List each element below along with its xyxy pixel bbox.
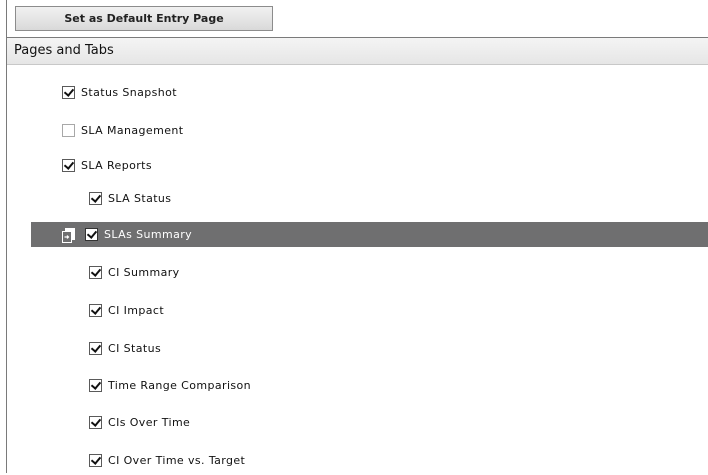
- tree-item-slas-summary[interactable]: SLAs Summary: [31, 222, 708, 247]
- cis-over-time-checkbox[interactable]: [89, 415, 102, 429]
- sla-reports-checkbox[interactable]: [62, 158, 75, 172]
- tree-item-sla-management[interactable]: SLA Management: [7, 117, 708, 143]
- tree-item-time-range-comparison[interactable]: Time Range Comparison: [7, 372, 708, 398]
- tree-item-status-snapshot[interactable]: Status Snapshot: [7, 79, 708, 105]
- move-page-icon[interactable]: [61, 227, 77, 243]
- tree-item-cis-over-time[interactable]: CIs Over Time: [7, 409, 708, 435]
- tree-item-ci-status[interactable]: CI Status: [7, 335, 708, 361]
- ci-summary-checkbox[interactable]: [89, 265, 102, 279]
- tree-item-label: CI Over Time vs. Target: [108, 453, 246, 467]
- pages-tree: Status Snapshot SLA Management SLA Repor…: [7, 65, 708, 475]
- tree-item-label: SLA Reports: [81, 158, 152, 172]
- tree-item-label: SLA Status: [108, 191, 172, 205]
- pages-and-tabs-panel: Pages and Tabs Status Snapshot SLA Manag…: [7, 37, 708, 473]
- tree-item-sla-status[interactable]: SLA Status: [7, 185, 708, 211]
- panel-title: Pages and Tabs: [7, 38, 708, 65]
- sla-management-checkbox[interactable]: [62, 123, 75, 137]
- tree-item-label: CIs Over Time: [108, 415, 191, 429]
- tree-item-ci-impact[interactable]: CI Impact: [7, 297, 708, 323]
- tree-item-ci-over-time-vs-target[interactable]: CI Over Time vs. Target: [7, 447, 708, 473]
- tree-item-label: Time Range Comparison: [108, 378, 252, 392]
- status-snapshot-checkbox[interactable]: [62, 85, 75, 99]
- tree-item-label: CI Summary: [108, 265, 180, 279]
- ci-over-time-vs-target-checkbox[interactable]: [89, 453, 102, 467]
- tree-item-label: CI Status: [108, 341, 162, 355]
- tree-item-label: SLA Management: [81, 123, 184, 137]
- tree-item-sla-reports[interactable]: SLA Reports: [7, 152, 708, 178]
- set-default-entry-page-button[interactable]: Set as Default Entry Page: [15, 6, 273, 31]
- tree-item-label: SLAs Summary: [104, 228, 193, 241]
- sla-status-checkbox[interactable]: [89, 191, 102, 205]
- slas-summary-checkbox[interactable]: [85, 228, 98, 241]
- ci-impact-checkbox[interactable]: [89, 303, 102, 317]
- tree-item-label: CI Impact: [108, 303, 165, 317]
- content-frame: Set as Default Entry Page Pages and Tabs…: [6, 0, 708, 473]
- toolbar: Set as Default Entry Page: [7, 0, 708, 36]
- tree-item-ci-summary[interactable]: CI Summary: [7, 259, 708, 285]
- ci-status-checkbox[interactable]: [89, 341, 102, 355]
- tree-item-label: Status Snapshot: [81, 85, 177, 99]
- time-range-comparison-checkbox[interactable]: [89, 378, 102, 392]
